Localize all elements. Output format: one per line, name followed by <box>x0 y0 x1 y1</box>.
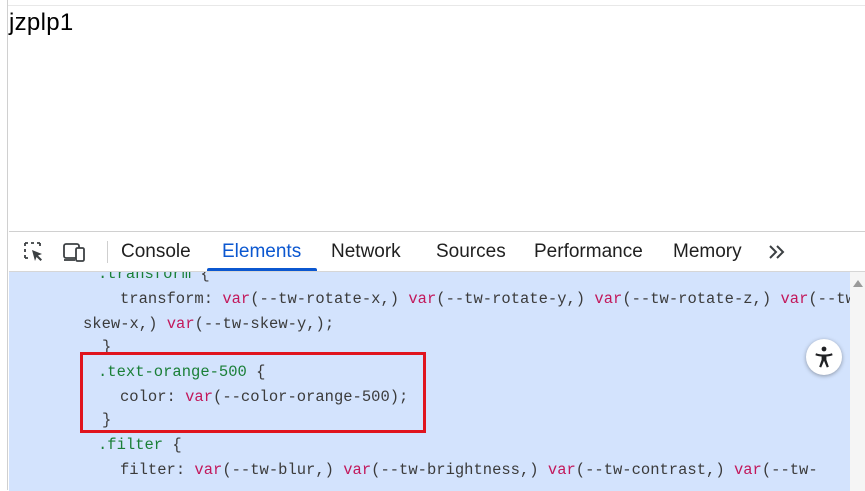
code-line-1: .transform { <box>98 272 210 283</box>
device-toolbar-icon[interactable] <box>61 240 89 264</box>
page-text: jzplp1 <box>9 9 74 36</box>
code-line-3: skew-x,) var(--tw-skew-y,); <box>83 315 335 333</box>
page-top-edge <box>8 0 865 6</box>
inspect-element-icon[interactable] <box>20 240 48 264</box>
devtools-panel: Console Elements Network Sources Perform… <box>9 231 865 491</box>
tab-elements[interactable]: Elements <box>222 232 301 271</box>
code-line-9: filter: var(--tw-blur,) var(--tw-brightn… <box>120 461 818 479</box>
tab-console[interactable]: Console <box>121 232 191 271</box>
window-left-edge <box>0 0 8 490</box>
vertical-scrollbar[interactable] <box>850 272 865 491</box>
devtools-toolbar: Console Elements Network Sources Perform… <box>9 232 865 272</box>
toolbar-separator <box>107 241 108 263</box>
chevron-double-right-icon[interactable] <box>767 240 789 264</box>
accessibility-icon[interactable] <box>806 339 842 375</box>
tab-performance[interactable]: Performance <box>534 232 643 271</box>
code-line-8: .filter { <box>98 436 182 454</box>
code-line-2: transform: var(--tw-rotate-x,) var(--tw-… <box>120 290 850 308</box>
active-tab-indicator <box>207 268 317 271</box>
scroll-up-arrow-icon[interactable] <box>853 280 863 287</box>
tab-sources[interactable]: Sources <box>436 232 506 271</box>
tab-network[interactable]: Network <box>331 232 401 271</box>
highlight-box <box>80 352 426 433</box>
styles-code-view[interactable]: .transform { transform: var(--tw-rotate-… <box>9 272 850 491</box>
tab-memory[interactable]: Memory <box>673 232 742 271</box>
